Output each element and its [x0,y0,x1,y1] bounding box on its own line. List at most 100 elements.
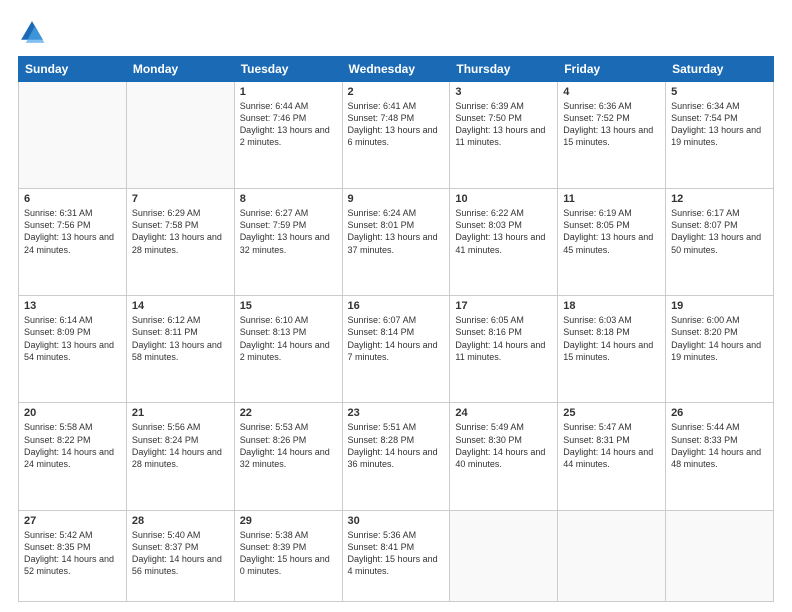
weekday-header-monday: Monday [126,57,234,82]
calendar-cell: 12 Sunrise: 6:17 AM Sunset: 8:07 PM Dayli… [666,189,774,296]
day-number: 4 [563,86,660,98]
day-info: Sunrise: 5:44 AM Sunset: 8:33 PM Dayligh… [671,421,768,470]
day-number: 7 [132,193,229,205]
day-number: 9 [348,193,445,205]
day-number: 29 [240,515,337,527]
calendar-cell: 6 Sunrise: 6:31 AM Sunset: 7:56 PM Daylig… [19,189,127,296]
day-info: Sunrise: 6:14 AM Sunset: 8:09 PM Dayligh… [24,314,121,363]
day-number: 13 [24,300,121,312]
weekday-header-saturday: Saturday [666,57,774,82]
calendar-week-2: 6 Sunrise: 6:31 AM Sunset: 7:56 PM Daylig… [19,189,774,296]
calendar-week-3: 13 Sunrise: 6:14 AM Sunset: 8:09 PM Dayli… [19,296,774,403]
calendar-cell: 5Sunrise: 6:34 AM Sunset: 7:54 PM Daylig… [666,82,774,189]
calendar-cell: 9 Sunrise: 6:24 AM Sunset: 8:01 PM Daylig… [342,189,450,296]
calendar-week-4: 20 Sunrise: 5:58 AM Sunset: 8:22 PM Dayli… [19,403,774,510]
day-info: Sunrise: 6:34 AM Sunset: 7:54 PM Dayligh… [671,100,768,149]
day-number: 16 [348,300,445,312]
day-number: 30 [348,515,445,527]
logo [18,18,50,46]
day-info: Sunrise: 6:05 AM Sunset: 8:16 PM Dayligh… [455,314,552,363]
calendar-body: 1 Sunrise: 6:44 AM Sunset: 7:46 PM Daylig… [19,82,774,602]
calendar-cell: 10Sunrise: 6:22 AM Sunset: 8:03 PM Dayli… [450,189,558,296]
calendar-cell [558,510,666,601]
day-info: Sunrise: 6:41 AM Sunset: 7:48 PM Dayligh… [348,100,445,149]
day-number: 27 [24,515,121,527]
calendar-cell: 27 Sunrise: 5:42 AM Sunset: 8:35 PM Dayli… [19,510,127,601]
day-info: Sunrise: 5:56 AM Sunset: 8:24 PM Dayligh… [132,421,229,470]
calendar-cell: 22 Sunrise: 5:53 AM Sunset: 8:26 PM Dayli… [234,403,342,510]
calendar-cell: 23Sunrise: 5:51 AM Sunset: 8:28 PM Dayli… [342,403,450,510]
day-info: Sunrise: 6:07 AM Sunset: 8:14 PM Dayligh… [348,314,445,363]
day-info: Sunrise: 6:29 AM Sunset: 7:58 PM Dayligh… [132,207,229,256]
day-info: Sunrise: 5:40 AM Sunset: 8:37 PM Dayligh… [132,529,229,578]
calendar-cell: 8 Sunrise: 6:27 AM Sunset: 7:59 PM Daylig… [234,189,342,296]
day-info: Sunrise: 6:12 AM Sunset: 8:11 PM Dayligh… [132,314,229,363]
day-info: Sunrise: 5:36 AM Sunset: 8:41 PM Dayligh… [348,529,445,578]
calendar-cell: 3Sunrise: 6:39 AM Sunset: 7:50 PM Daylig… [450,82,558,189]
day-info: Sunrise: 5:42 AM Sunset: 8:35 PM Dayligh… [24,529,121,578]
day-number: 25 [563,407,660,419]
weekday-header-sunday: Sunday [19,57,127,82]
calendar-cell: 4 Sunrise: 6:36 AM Sunset: 7:52 PM Daylig… [558,82,666,189]
day-info: Sunrise: 6:44 AM Sunset: 7:46 PM Dayligh… [240,100,337,149]
day-info: Sunrise: 6:17 AM Sunset: 8:07 PM Dayligh… [671,207,768,256]
calendar-cell [666,510,774,601]
day-info: Sunrise: 5:47 AM Sunset: 8:31 PM Dayligh… [563,421,660,470]
calendar-cell [19,82,127,189]
day-info: Sunrise: 5:49 AM Sunset: 8:30 PM Dayligh… [455,421,552,470]
calendar-cell: 13 Sunrise: 6:14 AM Sunset: 8:09 PM Dayli… [19,296,127,403]
day-number: 14 [132,300,229,312]
calendar-cell [450,510,558,601]
day-info: Sunrise: 5:53 AM Sunset: 8:26 PM Dayligh… [240,421,337,470]
day-number: 2 [348,86,445,98]
page: SundayMondayTuesdayWednesdayThursdayFrid… [0,0,792,612]
calendar-cell: 11 Sunrise: 6:19 AM Sunset: 8:05 PM Dayli… [558,189,666,296]
day-number: 17 [455,300,552,312]
weekday-header-friday: Friday [558,57,666,82]
calendar-cell: 14 Sunrise: 6:12 AM Sunset: 8:11 PM Dayli… [126,296,234,403]
day-number: 20 [24,407,121,419]
weekday-header-thursday: Thursday [450,57,558,82]
day-info: Sunrise: 6:27 AM Sunset: 7:59 PM Dayligh… [240,207,337,256]
day-number: 19 [671,300,768,312]
day-info: Sunrise: 6:19 AM Sunset: 8:05 PM Dayligh… [563,207,660,256]
day-number: 15 [240,300,337,312]
calendar-cell: 2 Sunrise: 6:41 AM Sunset: 7:48 PM Daylig… [342,82,450,189]
day-number: 28 [132,515,229,527]
day-number: 26 [671,407,768,419]
calendar-cell: 29 Sunrise: 5:38 AM Sunset: 8:39 PM Dayli… [234,510,342,601]
day-number: 22 [240,407,337,419]
logo-icon [18,18,46,46]
day-number: 3 [455,86,552,98]
day-number: 10 [455,193,552,205]
calendar-cell: 19 Sunrise: 6:00 AM Sunset: 8:20 PM Dayli… [666,296,774,403]
day-info: Sunrise: 5:38 AM Sunset: 8:39 PM Dayligh… [240,529,337,578]
calendar-cell: 18 Sunrise: 6:03 AM Sunset: 8:18 PM Dayli… [558,296,666,403]
day-number: 18 [563,300,660,312]
day-number: 21 [132,407,229,419]
day-number: 8 [240,193,337,205]
day-number: 11 [563,193,660,205]
weekday-header-wednesday: Wednesday [342,57,450,82]
calendar-cell: 26 Sunrise: 5:44 AM Sunset: 8:33 PM Dayli… [666,403,774,510]
calendar-cell: 30 Sunrise: 5:36 AM Sunset: 8:41 PM Dayli… [342,510,450,601]
weekday-header-tuesday: Tuesday [234,57,342,82]
calendar-cell [126,82,234,189]
calendar-week-1: 1 Sunrise: 6:44 AM Sunset: 7:46 PM Daylig… [19,82,774,189]
day-number: 1 [240,86,337,98]
calendar-cell: 7 Sunrise: 6:29 AM Sunset: 7:58 PM Daylig… [126,189,234,296]
day-number: 6 [24,193,121,205]
day-number: 12 [671,193,768,205]
day-info: Sunrise: 6:10 AM Sunset: 8:13 PM Dayligh… [240,314,337,363]
calendar-cell: 16 Sunrise: 6:07 AM Sunset: 8:14 PM Dayli… [342,296,450,403]
day-number: 23 [348,407,445,419]
calendar-cell: 20 Sunrise: 5:58 AM Sunset: 8:22 PM Dayli… [19,403,127,510]
day-info: Sunrise: 5:58 AM Sunset: 8:22 PM Dayligh… [24,421,121,470]
day-info: Sunrise: 6:36 AM Sunset: 7:52 PM Dayligh… [563,100,660,149]
day-info: Sunrise: 6:31 AM Sunset: 7:56 PM Dayligh… [24,207,121,256]
calendar-cell: 1 Sunrise: 6:44 AM Sunset: 7:46 PM Daylig… [234,82,342,189]
day-info: Sunrise: 6:03 AM Sunset: 8:18 PM Dayligh… [563,314,660,363]
day-info: Sunrise: 6:00 AM Sunset: 8:20 PM Dayligh… [671,314,768,363]
calendar-cell: 24Sunrise: 5:49 AM Sunset: 8:30 PM Dayli… [450,403,558,510]
day-info: Sunrise: 6:24 AM Sunset: 8:01 PM Dayligh… [348,207,445,256]
